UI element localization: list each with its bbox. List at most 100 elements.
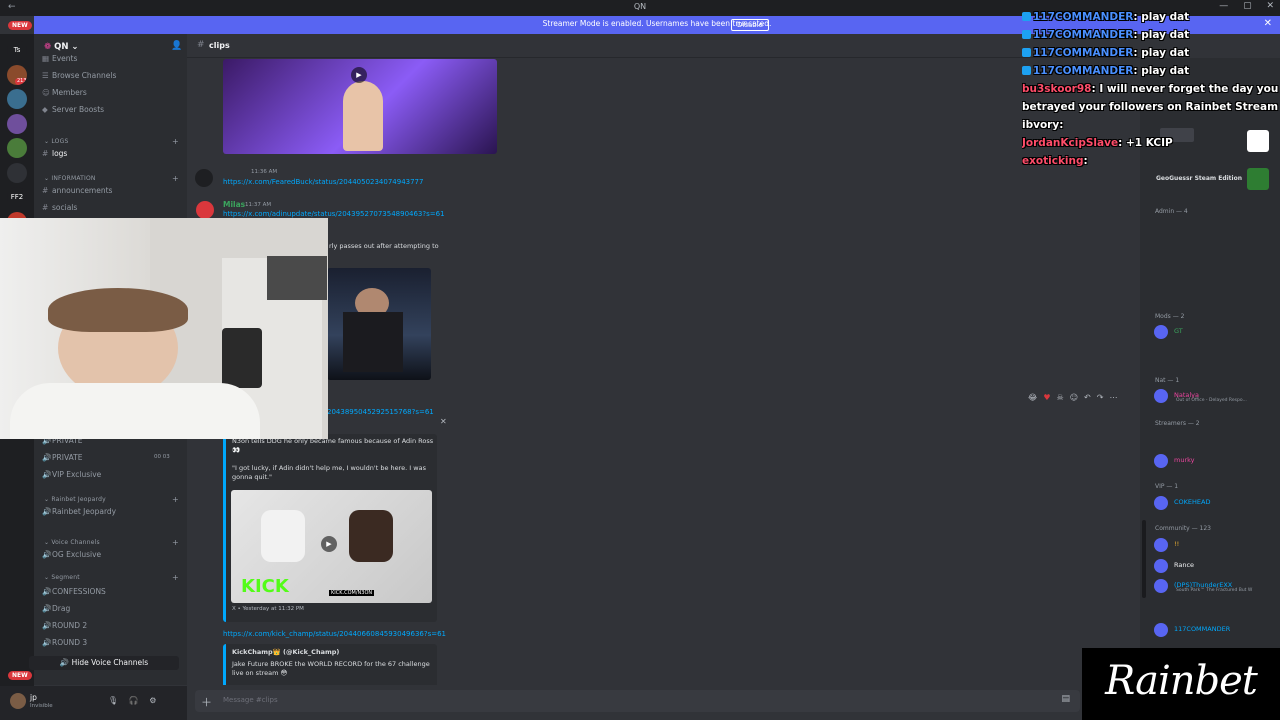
member-row[interactable]: COKEHEAD <box>1154 495 1278 511</box>
member-row[interactable]: murky <box>1154 453 1278 469</box>
add-channel-icon[interactable]: + <box>172 174 179 183</box>
server-name[interactable]: ❁ QN ⌄ <box>44 42 79 52</box>
reply-icon[interactable]: ↶ <box>1084 393 1091 402</box>
channel-item[interactable]: 🔊CONFESSIONS <box>42 587 106 596</box>
speaker-icon: 🔊 <box>59 658 72 667</box>
member-row[interactable]: Rance <box>1154 558 1278 574</box>
channel-label: logs <box>52 149 68 158</box>
add-attachment-icon[interactable]: ＋ <box>201 694 212 710</box>
avatar <box>1154 454 1168 468</box>
add-channel-icon[interactable]: + <box>172 137 179 146</box>
channel-category[interactable]: ⌄ LOGS <box>44 138 68 145</box>
skull-icon[interactable]: ☠ <box>1057 393 1064 402</box>
message-input[interactable]: Message #clips <box>223 696 278 704</box>
embed-image[interactable]: KICK KICK.COM/N3ON ▶ <box>231 490 432 603</box>
browse-channels[interactable]: ☰ Browse Channels <box>42 71 116 80</box>
message-link[interactable]: 2043895045292515768?s=61 <box>327 408 434 416</box>
member-row[interactable]: !! <box>1154 537 1278 553</box>
more-icon[interactable]: ⋯ <box>1109 393 1117 402</box>
user-count: 00 03 <box>154 454 170 460</box>
server-icon[interactable] <box>7 138 27 158</box>
channel-label: CONFESSIONS <box>52 587 106 596</box>
server-icon[interactable]: Ts <box>7 40 27 60</box>
message-link[interactable]: https://x.com/FearedBuck/status/20440502… <box>223 178 423 186</box>
avatar[interactable] <box>195 169 213 187</box>
play-icon[interactable]: ▶ <box>351 67 367 83</box>
channel-item[interactable]: 🔊ROUND 3 <box>42 638 87 647</box>
channel-category[interactable]: ⌄ Voice Channels <box>44 539 100 546</box>
channel-header: # clips <box>187 34 1140 58</box>
channel-category[interactable]: ⌄ Segment <box>44 574 80 581</box>
add-reaction-icon[interactable]: ☺ <box>1070 393 1078 402</box>
member-row[interactable]: Natalya Out of Office - Delayed Respo... <box>1154 388 1278 404</box>
monitor-shape <box>267 256 327 300</box>
channel-label: ROUND 2 <box>52 621 88 630</box>
play-icon[interactable]: ▶ <box>321 536 337 552</box>
member-category: Admin — 4 <box>1155 208 1188 215</box>
channel-item[interactable]: 🔊VIP Exclusive <box>42 470 101 479</box>
close-embed-icon[interactable]: ✕ <box>440 417 447 426</box>
server-icon[interactable] <box>7 113 27 134</box>
channel-item[interactable]: 🔊PRIVATE 00 03 <box>42 453 170 462</box>
chat-line: exoticking: <box>1022 152 1280 170</box>
chat-line: betrayed your followers on Rainbet Strea… <box>1022 98 1280 116</box>
channel-events[interactable]: ▦ Events <box>42 54 77 63</box>
member-status: Out of Office - Delayed Respo... <box>1176 398 1247 403</box>
reaction-icon[interactable]: 😂 <box>1028 393 1037 402</box>
headphones-icon[interactable]: 🎧 <box>129 696 139 705</box>
channel-title: clips <box>209 41 230 50</box>
message-link[interactable]: https://x.com/kick_champ/status/20440660… <box>223 630 446 638</box>
channel-item[interactable]: 🔊ROUND 2 <box>42 621 87 630</box>
channel-label: Events <box>52 54 78 63</box>
gear-icon[interactable]: ⚙ <box>149 696 156 705</box>
add-channel-icon[interactable]: + <box>172 538 179 547</box>
scrollbar[interactable] <box>1142 520 1146 598</box>
chat-username: 117COMMANDER <box>1033 29 1134 41</box>
message-author[interactable]: Milas <box>223 200 245 209</box>
channel-item[interactable]: 🔊Rainbet Jeopardy <box>42 507 116 516</box>
server-icon[interactable]: FF2 <box>7 187 27 207</box>
microphone-icon[interactable]: 🎙 <box>108 696 118 705</box>
shirt-shape <box>343 312 403 372</box>
server-icon[interactable]: 213 <box>7 64 27 85</box>
server-icon[interactable] <box>7 89 27 109</box>
disable-button[interactable]: Disable <box>731 19 769 31</box>
stream-chat-overlay: 117COMMANDER: play dat 117COMMANDER: play… <box>1022 8 1280 170</box>
add-channel-icon[interactable]: + <box>172 573 179 582</box>
channel-item[interactable]: 🔊OG Exclusive <box>42 550 101 559</box>
channel-item[interactable]: # logs <box>42 149 67 158</box>
add-channel-icon[interactable]: + <box>172 495 179 504</box>
chat-line: 117COMMANDER: play dat <box>1022 44 1280 62</box>
avatar[interactable] <box>10 693 26 709</box>
channel-label: ROUND 3 <box>52 638 88 647</box>
channel-item[interactable]: 🔊Drag <box>42 604 70 613</box>
hash-icon: # <box>197 40 205 50</box>
message-link[interactable]: https://x.com/adinupdate/status/20439527… <box>223 210 445 218</box>
gift-icon[interactable]: ▤ <box>1061 694 1070 704</box>
chat-username: 117COMMANDER <box>1033 65 1134 77</box>
geoguessr-icon[interactable] <box>1247 168 1269 190</box>
speaker-icon: 🔊 <box>42 638 52 647</box>
person-shape <box>349 510 393 562</box>
member-row[interactable]: GT <box>1154 324 1278 340</box>
chat-message: betrayed your followers on Rainbet Strea… <box>1022 101 1279 113</box>
invite-icon[interactable]: 👤 <box>171 41 182 51</box>
category-label: LOGS <box>51 138 69 145</box>
hide-voice-channels-button[interactable]: 🔊 Hide Voice Channels <box>29 656 179 670</box>
channel-item[interactable]: # announcements <box>42 186 112 195</box>
member-row[interactable]: (DPS)ThunderEXX South Park™ The Fractured… <box>1154 578 1278 594</box>
server-icon[interactable] <box>7 162 27 183</box>
member-row[interactable]: 117COMMANDER <box>1154 622 1278 638</box>
channel-category[interactable]: ⌄ Rainbet Jeopardy <box>44 496 106 503</box>
members-link[interactable]: ☺ Members <box>42 88 87 97</box>
chat-colon: : <box>1118 137 1126 149</box>
forward-icon[interactable]: ↷ <box>1097 393 1104 402</box>
clip-thumbnail[interactable]: ▶ <box>223 59 497 154</box>
clip-thumbnail[interactable] <box>327 268 431 380</box>
server-boosts[interactable]: ◆ Server Boosts <box>42 105 104 114</box>
channel-category[interactable]: ⌄ INFORMATION <box>44 175 96 182</box>
avatar[interactable] <box>196 201 214 219</box>
channel-item[interactable]: # socials <box>42 203 77 212</box>
hash-icon: # <box>42 149 49 158</box>
heart-icon[interactable]: ♥ <box>1043 393 1050 402</box>
